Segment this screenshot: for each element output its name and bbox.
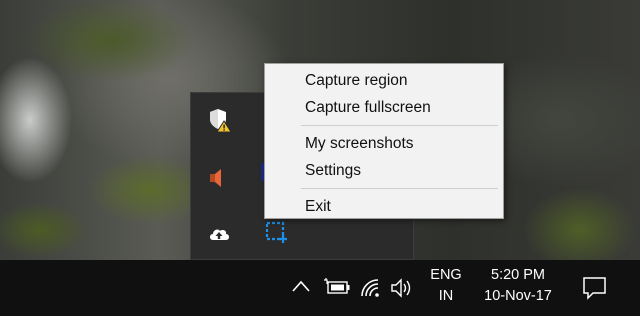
- language-indicator[interactable]: ENG IN: [424, 267, 468, 304]
- upload-cloud-icon[interactable]: [207, 222, 231, 246]
- taskbar: ENG IN 5:20 PM 10-Nov-17: [0, 260, 640, 316]
- clock-date: 10-Nov-17: [484, 288, 552, 304]
- clock-time: 5:20 PM: [491, 267, 545, 283]
- screenshot-region-icon[interactable]: [264, 220, 288, 244]
- context-menu: Capture region Capture fullscreen My scr…: [264, 63, 504, 219]
- notification-icon[interactable]: [582, 276, 608, 305]
- language-code: ENG: [430, 267, 462, 283]
- menu-item-my-screenshots[interactable]: My screenshots: [265, 130, 503, 157]
- language-region: IN: [438, 288, 454, 304]
- clock[interactable]: 5:20 PM 10-Nov-17: [472, 267, 564, 304]
- chevron-up-icon[interactable]: [291, 279, 311, 298]
- volume-icon[interactable]: [389, 277, 413, 304]
- menu-item-settings[interactable]: Settings: [265, 157, 503, 184]
- menu-item-exit[interactable]: Exit: [265, 193, 503, 220]
- shield-warning-icon[interactable]: [207, 107, 232, 133]
- wifi-icon[interactable]: [359, 277, 381, 304]
- battery-charging-icon[interactable]: [323, 278, 351, 301]
- menu-separator: [301, 188, 498, 189]
- menu-separator: [301, 125, 498, 126]
- menu-item-capture-region[interactable]: Capture region: [265, 67, 503, 94]
- speaker-icon[interactable]: [206, 166, 230, 190]
- menu-item-capture-fullscreen[interactable]: Capture fullscreen: [265, 94, 503, 121]
